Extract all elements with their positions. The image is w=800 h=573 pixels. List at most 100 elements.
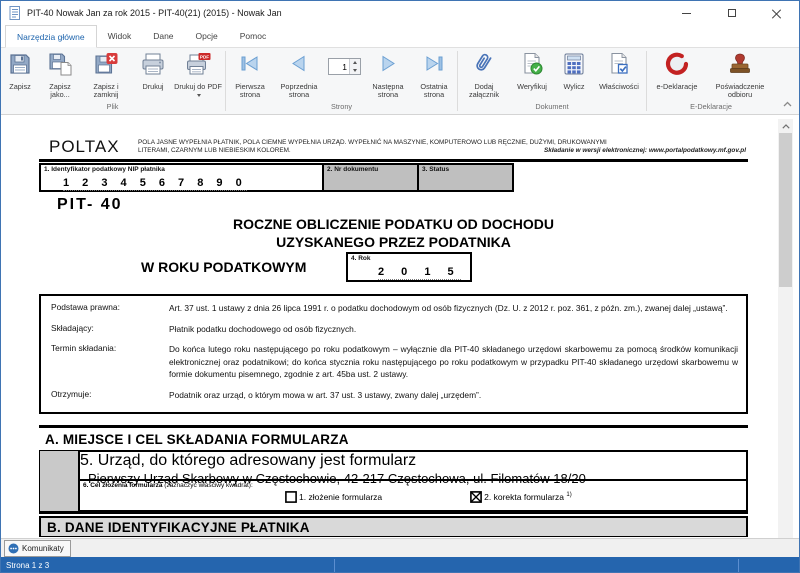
tab-widok[interactable]: Widok	[97, 25, 143, 47]
save-button[interactable]: Zapisz	[1, 49, 39, 91]
legal-row: Termin składania: Do końca lutego roku n…	[51, 343, 738, 381]
checkbox-korekta-formularza[interactable]: 2. korekta formularza 1)	[470, 491, 572, 503]
edeclarations-logo-icon	[664, 51, 690, 82]
form-title-line3: W ROKU PODATKOWYM	[141, 259, 307, 275]
legal-info-box: Podstawa prawna: Art. 37 ust. 1 ustawy z…	[39, 294, 748, 414]
spinner-down-button[interactable]	[350, 66, 360, 74]
field-nip[interactable]: 1. Identyfikator podatkowy NIP płatnika …	[39, 163, 324, 192]
calculate-button[interactable]: Wylicz	[555, 49, 593, 91]
svg-text:PDF: PDF	[200, 54, 209, 59]
minimize-icon	[682, 12, 691, 14]
page-status: Strona 1 z 3	[6, 561, 50, 570]
legal-text: Art. 37 ust. 1 ustawy z dnia 26 lipca 19…	[169, 303, 728, 313]
field-nip-value[interactable]: 1 2 3 4 5 6 7 8 9 0	[63, 177, 247, 191]
save-as-button[interactable]: Zapisz jako...	[39, 49, 81, 100]
document-check-icon	[519, 51, 545, 82]
field-nr-dokumentu: 2. Nr dokumentu	[322, 163, 419, 192]
legal-text: Do końca lutego roku następującego po ro…	[169, 344, 738, 380]
print-button[interactable]: Drukuj	[134, 49, 172, 91]
legal-text: Płatnik podatku dochodowego od osób fizy…	[169, 323, 357, 334]
printer-icon	[140, 51, 166, 82]
last-page-icon	[421, 51, 447, 82]
printer-pdf-icon: PDF	[185, 51, 211, 82]
header-note-line2: LITERAMI, CZARNYM LUB NIEBIESKIM KOLOREM…	[138, 147, 291, 154]
group-label-plik: Plik	[106, 102, 119, 111]
edeclarations-button[interactable]: e-Deklaracje	[648, 49, 706, 91]
checkbox-label: 1. złożenie formularza	[299, 492, 383, 502]
form-header-note: POLA JASNE WYPEŁNIA PŁATNIK, POLA CIEMNE…	[138, 139, 746, 155]
scrollbar-thumb[interactable]	[779, 133, 792, 287]
vertical-scrollbar[interactable]	[778, 119, 793, 538]
add-attachment-button[interactable]: Dodaj załącznik	[459, 49, 509, 100]
legal-label: Termin składania:	[51, 343, 117, 354]
maximize-button[interactable]	[709, 1, 754, 25]
close-button[interactable]	[754, 1, 799, 25]
tab-pomoc[interactable]: Pomoc	[229, 25, 277, 47]
status-divider	[738, 559, 739, 572]
tab-narzedzia-glowne[interactable]: Narzędzia główne	[5, 25, 97, 48]
floppy-disk-page-icon	[47, 51, 73, 82]
chevron-up-icon	[783, 101, 791, 107]
group-separator	[225, 51, 226, 111]
section-b-title: B. DANE IDENTYFIKACYJNE PŁATNIKA	[39, 516, 748, 537]
checkbox-empty-icon	[285, 491, 297, 503]
status-divider	[334, 559, 335, 572]
legal-label: Otrzymuje:	[51, 389, 92, 400]
properties-button[interactable]: Właściwości	[593, 49, 645, 91]
document-properties-icon	[606, 51, 632, 82]
next-page-icon	[375, 51, 401, 82]
scroll-up-icon	[781, 123, 790, 129]
minimize-button[interactable]	[664, 1, 709, 25]
group-plik: Zapisz Zapisz jako... Zapisz i zamknij D…	[1, 48, 224, 114]
spinner-down-icon	[353, 68, 357, 72]
legal-text: Podatnik oraz urząd, o którym mowa w art…	[169, 390, 482, 401]
document-page: POLTAX POLA JASNE WYPEŁNIA PŁATNIK, POLA…	[1, 115, 799, 538]
spinner-up-icon	[353, 61, 357, 65]
paperclip-icon	[471, 51, 497, 82]
title-bar: PIT-40 Nowak Jan za rok 2015 - PIT-40(21…	[1, 1, 799, 25]
field-rok-value[interactable]: 2 0 1 5	[378, 266, 461, 280]
window-title: PIT-40 Nowak Jan za rok 2015 - PIT-40(21…	[27, 8, 282, 18]
page-number-input[interactable]	[329, 59, 349, 74]
legal-label: Podstawa prawna:	[51, 302, 120, 312]
checkbox-zlozenie-formularza[interactable]: 1. złożenie formularza	[285, 491, 382, 503]
receipt-confirmation-button[interactable]: Poświadczenie odbioru	[706, 49, 774, 100]
header-rule	[39, 159, 748, 162]
previous-page-button[interactable]: Poprzednia strona	[273, 49, 325, 100]
ribbon-toolbar: Zapisz Zapisz jako... Zapisz i zamknij D…	[1, 48, 799, 115]
field-rok[interactable]: 4. Rok 2 0 1 5	[346, 252, 472, 282]
messages-tab[interactable]: Komunikaty	[4, 540, 71, 557]
tab-opcje[interactable]: Opcje	[185, 25, 229, 47]
page-number-spinner[interactable]	[328, 58, 361, 75]
stamp-icon	[727, 51, 753, 82]
group-separator	[457, 51, 458, 111]
scrollbar-up-button[interactable]	[778, 119, 793, 133]
next-page-button[interactable]: Następna strona	[364, 49, 412, 100]
floppy-disk-icon	[7, 51, 33, 82]
first-page-icon	[237, 51, 263, 82]
group-label-dokument: Dokument	[535, 102, 569, 111]
checkbox-checked-icon	[470, 491, 483, 503]
tab-dane[interactable]: Dane	[142, 25, 184, 47]
messages-icon	[8, 543, 19, 554]
previous-page-icon	[286, 51, 312, 82]
group-edeklaracje: e-Deklaracje Poświadczenie odbioru E-Dek…	[648, 48, 774, 114]
group-label-edeklaracje: E-Deklaracje	[690, 102, 732, 111]
dropdown-caret-icon	[197, 93, 201, 97]
floppy-disk-close-icon	[93, 51, 119, 82]
checkbox-label: 2. korekta formularza 1)	[484, 492, 572, 502]
last-page-button[interactable]: Ostatnia strona	[412, 49, 456, 100]
field-urzad[interactable]: 5. Urząd, do którego adresowany jest for…	[78, 450, 748, 486]
print-to-pdf-button[interactable]: PDF Drukuj do PDF	[172, 49, 224, 100]
group-label-strony: Strony	[330, 102, 353, 111]
app-document-icon	[9, 6, 21, 20]
field-rok-label: 4. Rok	[351, 255, 371, 262]
ribbon-collapse-button[interactable]	[780, 98, 794, 110]
spinner-up-button[interactable]	[350, 59, 360, 67]
section-a: A. MIEJSCE I CEL SKŁADANIA FORMULARZA 5.…	[39, 425, 748, 512]
section-b: B. DANE IDENTYFIKACYJNE PŁATNIKA * - dot…	[39, 512, 748, 538]
first-page-button[interactable]: Pierwsza strona	[227, 49, 273, 100]
save-and-close-button[interactable]: Zapisz i zamknij	[81, 49, 131, 100]
verify-button[interactable]: Weryfikuj	[509, 49, 555, 91]
legal-row: Podstawa prawna: Art. 37 ust. 1 ustawy z…	[51, 302, 738, 315]
